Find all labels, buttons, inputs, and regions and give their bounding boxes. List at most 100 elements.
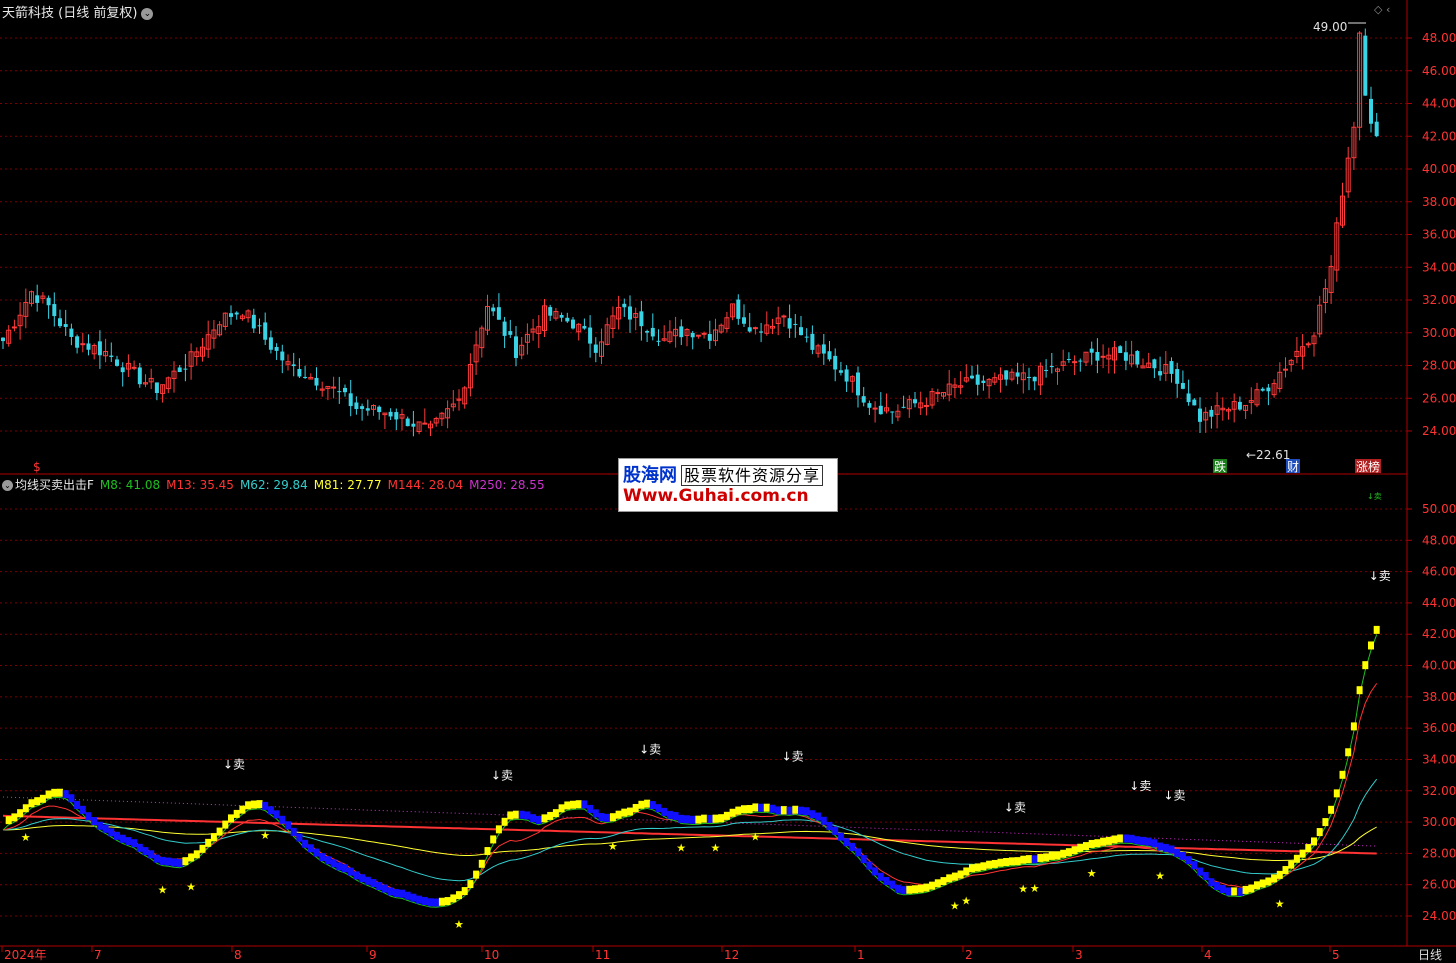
indicator-series[interactable] (2, 625, 1380, 908)
signal-step (267, 806, 274, 815)
indicator-tick-label: 40.00 (1422, 659, 1456, 673)
candle-body-up (80, 343, 86, 346)
signal-step (1293, 854, 1300, 863)
candle-body-down (975, 374, 980, 385)
signal-step (535, 816, 542, 825)
candle-body-down (1066, 358, 1071, 360)
signal-step (421, 896, 428, 905)
candle-body-up (422, 422, 428, 425)
signal-step (79, 805, 86, 814)
signal-step (1282, 866, 1289, 875)
event-badge-label: $ (33, 460, 41, 474)
signal-step (877, 872, 884, 881)
signal-step (461, 887, 468, 896)
signal-step (108, 828, 115, 837)
signal-step (1254, 881, 1260, 890)
signal-step (1373, 625, 1380, 634)
signal-step (1219, 884, 1226, 893)
candle-body-down (234, 312, 239, 315)
signal-step (575, 800, 582, 809)
indicator-value-2: M62: 29.84 (239, 478, 308, 492)
diamond-icon[interactable]: ◇ (1374, 3, 1382, 16)
signal-step (1014, 857, 1021, 866)
signal-step (1026, 855, 1032, 864)
indicator-value-4: M144: 28.04 (387, 478, 464, 492)
candle-body-down (69, 328, 74, 337)
indicator-value-3: M81: 27.77 (313, 478, 382, 492)
chevron-left-icon[interactable]: ‹ (1386, 3, 1390, 16)
signal-step (1065, 848, 1072, 857)
signal-step (1105, 836, 1112, 845)
price-tick-label: 48.00 (1422, 31, 1456, 45)
signal-step (735, 806, 742, 815)
signal-step (142, 847, 149, 856)
candle-body-down (571, 319, 575, 329)
candlestick-series[interactable] (1, 28, 1379, 437)
candle-body-down (1209, 409, 1214, 417)
candle-body-down (348, 393, 353, 407)
time-tick-label: 1 (857, 948, 865, 962)
indicator-value-1: M13: 35.45 (166, 478, 234, 492)
buy-star-marker: ★ (750, 830, 760, 843)
candle-body-up (752, 327, 758, 330)
signal-step (250, 800, 257, 809)
chevron-down-icon[interactable]: ⌄ (2, 480, 13, 491)
candle-body-down (1123, 352, 1128, 361)
price-tick-label: 34.00 (1422, 260, 1456, 274)
indicator-tick-label: 28.00 (1422, 846, 1456, 860)
signal-step (621, 808, 628, 817)
price-tick-label: 30.00 (1422, 326, 1456, 340)
signal-step (889, 880, 896, 889)
candle-body-down (120, 367, 125, 373)
signal-step (558, 804, 565, 813)
signal-step (136, 843, 143, 852)
candle-body-down (565, 317, 570, 322)
candle-body-down (115, 359, 119, 366)
signal-step (290, 827, 297, 836)
signal-step (604, 813, 611, 822)
signal-step (860, 855, 867, 864)
signal-step (1100, 837, 1107, 846)
signal-step (1162, 843, 1169, 852)
signal-step (5, 816, 12, 825)
time-tick-label: 2024年 (4, 948, 47, 962)
signal-step (1048, 851, 1055, 860)
period-label[interactable]: 日线 (1418, 946, 1442, 963)
buy-star-marker: ★ (260, 829, 270, 842)
signal-step (1151, 839, 1158, 848)
signal-step (684, 815, 690, 824)
candle-body-down (1369, 98, 1373, 124)
indicator-tick-label: 32.00 (1422, 784, 1456, 798)
candle-body-down (388, 411, 393, 417)
signal-step (786, 806, 793, 815)
signal-step (1322, 818, 1329, 827)
candle-body-down (314, 377, 319, 386)
signal-step (1242, 885, 1249, 894)
signal-step (1225, 887, 1232, 896)
signal-step (775, 806, 782, 815)
signal-step (513, 810, 519, 819)
stock-title-text: 天箭科技 (日线 前复权) (2, 6, 138, 21)
indicator-legend: ⌄ 均线买卖出击F M8: 41.08 M13: 35.45 M62: 29.84 M81… (2, 476, 557, 493)
candle-body-down (514, 336, 518, 359)
signal-step (324, 856, 331, 865)
signal-step (205, 838, 212, 847)
signal-step (1043, 853, 1050, 862)
signal-step (1248, 884, 1255, 893)
signal-step (695, 815, 702, 824)
signal-step (353, 871, 360, 880)
m8-line (2, 634, 1378, 908)
signal-step (661, 807, 668, 816)
candle-body-down (759, 331, 764, 333)
signal-step (1060, 849, 1067, 858)
signal-step (758, 803, 765, 812)
signal-step (940, 877, 947, 886)
signal-step (815, 812, 822, 821)
signal-step (11, 813, 18, 822)
candle-body-down (793, 323, 798, 325)
chevron-down-icon[interactable]: ⌄ (141, 7, 154, 20)
price-tick-label: 44.00 (1422, 97, 1456, 111)
signal-step (917, 884, 924, 893)
candle-body-up (923, 404, 929, 407)
candle-body-down (1198, 408, 1202, 422)
